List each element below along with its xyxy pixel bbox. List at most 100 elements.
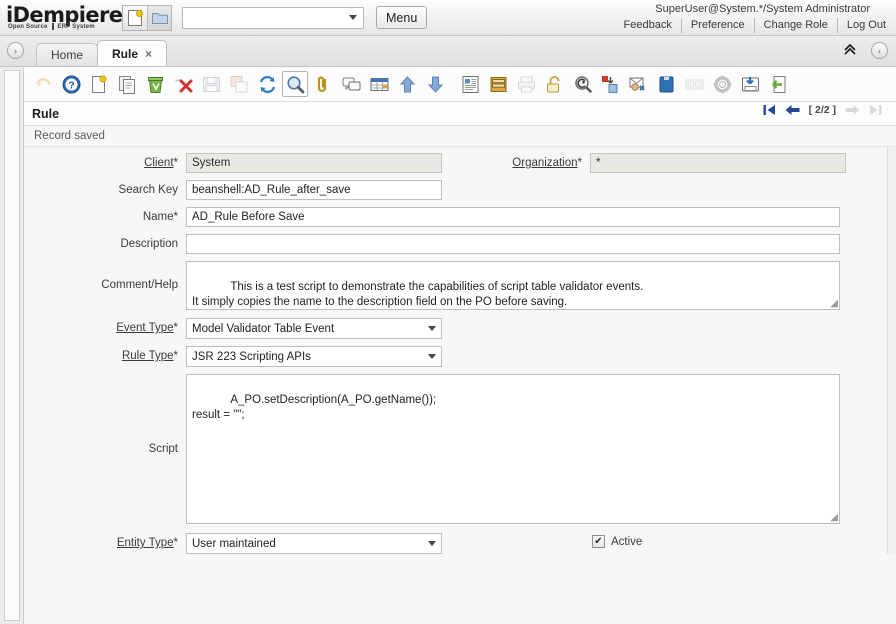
left-side-panel-inner bbox=[4, 70, 20, 621]
chevron-down-icon bbox=[349, 15, 357, 20]
event-type-value: Model Validator Table Event bbox=[192, 323, 334, 335]
logo-divider bbox=[52, 23, 54, 30]
comment-help-text: This is a test script to demonstrate the… bbox=[192, 281, 643, 308]
last-record-icon[interactable] bbox=[869, 104, 882, 116]
organization-label-text: Organization bbox=[512, 157, 577, 169]
description-label: Description bbox=[24, 234, 186, 254]
export-icon[interactable] bbox=[737, 71, 763, 97]
entity-type-select[interactable]: User maintained bbox=[186, 533, 442, 554]
tab-home[interactable]: Home bbox=[36, 43, 98, 66]
entity-type-label-text: Entity Type bbox=[117, 537, 174, 549]
page-title: Rule bbox=[32, 107, 59, 121]
process-icon[interactable] bbox=[597, 71, 623, 97]
search-key-label: Search Key bbox=[24, 180, 186, 200]
request-icon[interactable] bbox=[625, 71, 651, 97]
save-icon[interactable] bbox=[198, 71, 224, 97]
chat-icon[interactable] bbox=[338, 71, 364, 97]
window-title-bar: Rule [ 2/2 ] bbox=[24, 102, 896, 126]
find-icon[interactable] bbox=[282, 71, 308, 97]
report-icon[interactable] bbox=[457, 71, 483, 97]
organization-label: Organization* bbox=[512, 153, 590, 173]
attachment-icon[interactable] bbox=[310, 71, 336, 97]
logout-link[interactable]: Log Out bbox=[838, 18, 888, 33]
resize-handle-icon[interactable]: ◢ bbox=[830, 513, 838, 523]
new-document-icon[interactable] bbox=[123, 6, 147, 30]
form-row-search-key: Search Key beanshell:AD_Rule_after_save bbox=[24, 180, 896, 200]
header-links: Feedback Preference Change Role Log Out bbox=[615, 18, 888, 33]
logo-subtitle-left: Open Source bbox=[8, 24, 48, 30]
vertical-scrollbar[interactable] bbox=[887, 147, 896, 554]
import-icon[interactable] bbox=[765, 71, 791, 97]
svg-text:?: ? bbox=[68, 80, 74, 91]
rule-type-value: JSR 223 Scripting APIs bbox=[192, 351, 311, 363]
resize-handle-icon[interactable]: ◢ bbox=[830, 299, 838, 309]
name-input[interactable]: AD_Rule Before Save bbox=[186, 207, 840, 227]
client-label-text: Client bbox=[144, 157, 173, 169]
form-row-name: Name* AD_Rule Before Save bbox=[24, 207, 896, 227]
feedback-link[interactable]: Feedback bbox=[615, 18, 682, 33]
search-key-input[interactable]: beanshell:AD_Rule_after_save bbox=[186, 180, 442, 200]
record-toolbar: ? bbox=[24, 67, 896, 102]
rule-form: Client* System Organization* * Search Ke… bbox=[24, 147, 896, 554]
main-content: ? bbox=[24, 67, 896, 624]
copy-record-icon[interactable] bbox=[114, 71, 140, 97]
refresh-icon[interactable] bbox=[254, 71, 280, 97]
preference-link[interactable]: Preference bbox=[682, 18, 755, 33]
script-label: Script bbox=[24, 374, 186, 524]
grid-toggle-icon[interactable] bbox=[366, 71, 392, 97]
delete-selection-icon[interactable] bbox=[170, 71, 196, 97]
comment-help-textarea[interactable]: This is a test script to demonstrate the… bbox=[186, 261, 840, 310]
multi-view-icon[interactable] bbox=[681, 71, 707, 97]
form-row-description: Description bbox=[24, 234, 896, 254]
logo-title: iDempiere bbox=[6, 5, 118, 25]
organization-field: * bbox=[590, 153, 846, 173]
app-header: iDempiere Open Source ERP System bbox=[0, 0, 896, 36]
expand-left-panel-icon[interactable]: › bbox=[7, 42, 24, 59]
first-record-icon[interactable] bbox=[763, 104, 776, 116]
description-input[interactable] bbox=[186, 234, 840, 254]
lock-icon[interactable] bbox=[541, 71, 567, 97]
left-side-panel bbox=[0, 67, 24, 624]
active-checkbox[interactable]: ✔ bbox=[592, 535, 605, 548]
undo-icon[interactable] bbox=[30, 71, 56, 97]
rule-type-label: Rule Type* bbox=[24, 346, 186, 366]
previous-record-icon[interactable] bbox=[785, 104, 800, 116]
event-type-select[interactable]: Model Validator Table Event bbox=[186, 318, 442, 339]
save-create-new-icon[interactable] bbox=[226, 71, 252, 97]
print-icon[interactable] bbox=[513, 71, 539, 97]
lookup-dropdown[interactable] bbox=[182, 7, 364, 29]
form-row-comment-help: Comment/Help This is a test script to de… bbox=[24, 261, 896, 310]
product-info-icon[interactable] bbox=[653, 71, 679, 97]
script-textarea[interactable]: A_PO.setDescription(A_PO.getName()); res… bbox=[186, 374, 840, 524]
window-body: ? bbox=[0, 67, 896, 624]
tab-strip: › Home Rule × ‹ bbox=[0, 36, 896, 67]
organization-group: Organization* * bbox=[512, 153, 846, 173]
parent-record-icon[interactable] bbox=[394, 71, 420, 97]
logo-subtitle-right: ERP System bbox=[58, 24, 95, 30]
close-icon[interactable]: × bbox=[145, 47, 152, 61]
app-logo: iDempiere Open Source ERP System bbox=[0, 5, 118, 30]
change-role-link[interactable]: Change Role bbox=[755, 18, 838, 33]
name-label: Name* bbox=[24, 207, 186, 227]
window-tabs: Home Rule × bbox=[36, 40, 166, 66]
preference-gear-icon[interactable] bbox=[709, 71, 735, 97]
chevron-down-icon bbox=[428, 541, 436, 546]
active-label: Active bbox=[611, 536, 642, 548]
collapse-right-panel-icon[interactable]: ‹ bbox=[871, 42, 888, 59]
tab-rule[interactable]: Rule × bbox=[97, 40, 167, 66]
collapse-chevron-up-icon[interactable] bbox=[842, 42, 858, 62]
next-record-icon[interactable] bbox=[845, 104, 860, 116]
form-row-client-organization: Client* System Organization* * bbox=[24, 153, 896, 173]
record-position: [ 2/2 ] bbox=[809, 104, 836, 116]
detail-record-icon[interactable] bbox=[422, 71, 448, 97]
delete-record-icon[interactable] bbox=[142, 71, 168, 97]
folder-icon[interactable] bbox=[147, 6, 171, 30]
archive-icon[interactable] bbox=[485, 71, 511, 97]
help-icon[interactable]: ? bbox=[58, 71, 84, 97]
rule-type-select[interactable]: JSR 223 Scripting APIs bbox=[186, 346, 442, 367]
zoom-across-icon[interactable] bbox=[569, 71, 595, 97]
new-record-icon[interactable] bbox=[86, 71, 112, 97]
form-row-rule-type: Rule Type* JSR 223 Scripting APIs bbox=[24, 346, 896, 367]
tab-home-label: Home bbox=[51, 48, 83, 62]
menu-button[interactable]: Menu bbox=[376, 6, 427, 29]
